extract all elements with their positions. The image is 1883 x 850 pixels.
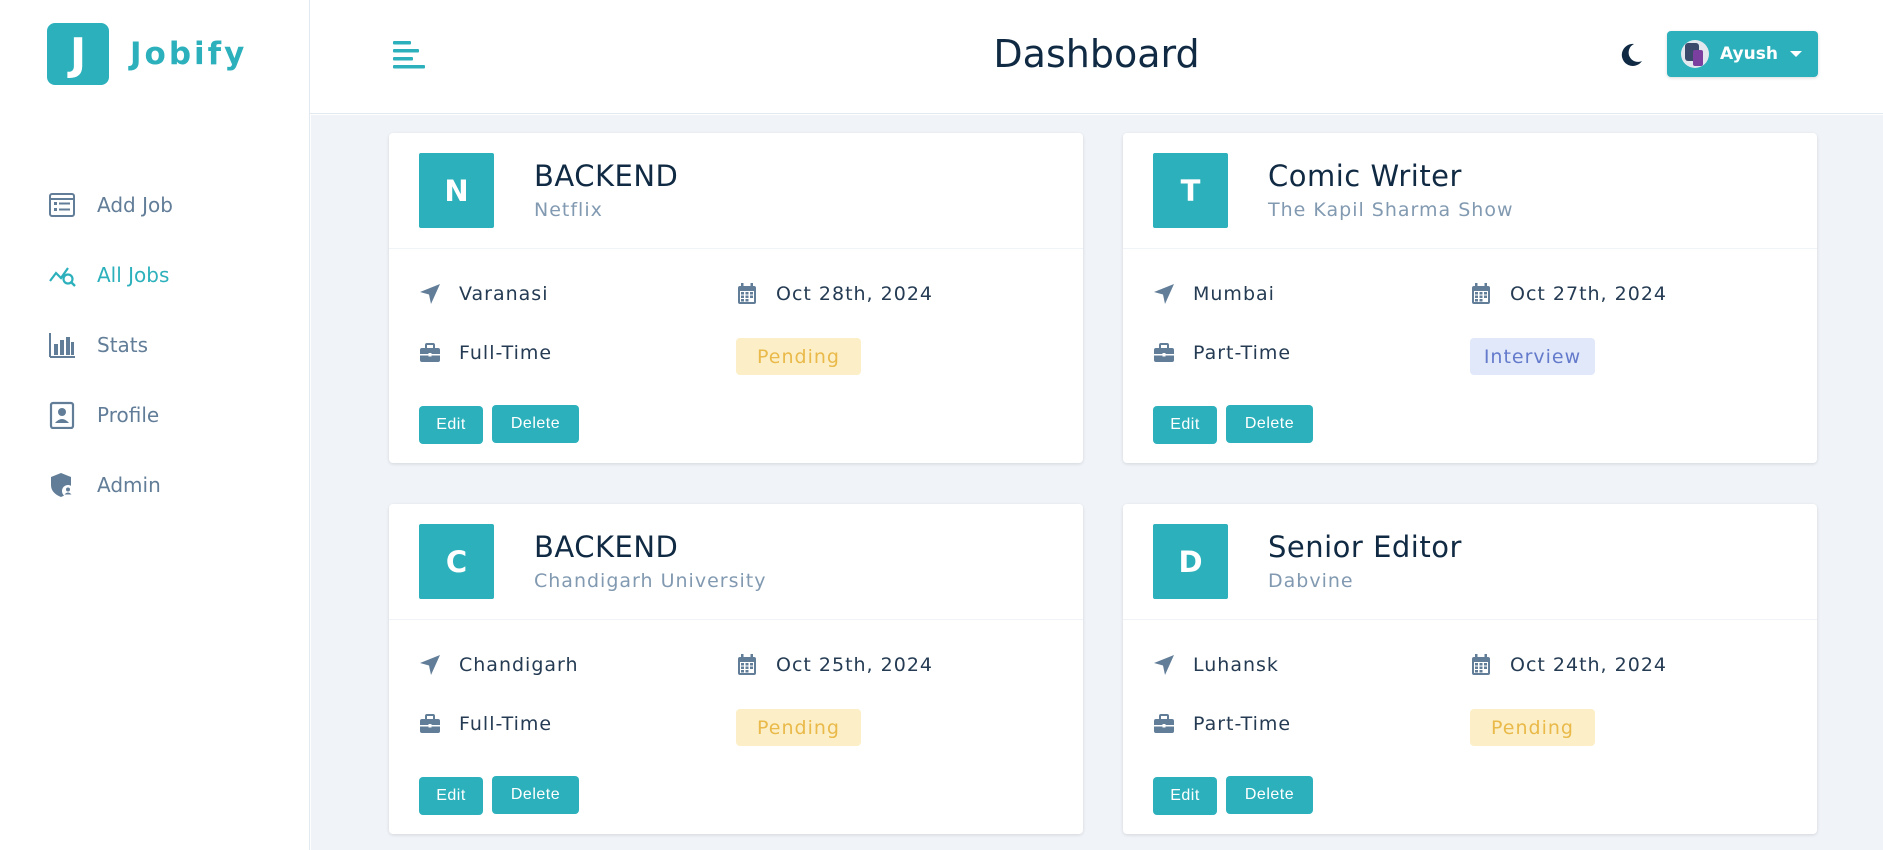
job-type-text: Part-Time bbox=[1193, 713, 1292, 735]
location-arrow-icon bbox=[1153, 654, 1175, 676]
job-location-text: Mumbai bbox=[1193, 283, 1275, 305]
moon-icon bbox=[1621, 43, 1642, 66]
job-card-header: T Comic Writer The Kapil Sharma Show bbox=[1123, 133, 1817, 249]
sidebar-item-label: All Jobs bbox=[97, 263, 170, 287]
job-date: Oct 25th, 2024 bbox=[736, 654, 933, 676]
edit-button[interactable]: Edit bbox=[419, 406, 483, 444]
briefcase-icon bbox=[419, 713, 441, 735]
job-type: Part-Time bbox=[1153, 342, 1291, 364]
job-location-text: Chandigarh bbox=[459, 654, 579, 676]
job-type: Full-Time bbox=[419, 713, 552, 735]
calendar-icon bbox=[736, 283, 758, 305]
job-card: C BACKEND Chandigarh University Chandiga… bbox=[389, 504, 1083, 834]
user-name: Ayush bbox=[1720, 44, 1778, 64]
edit-button[interactable]: Edit bbox=[419, 777, 483, 815]
job-position: BACKEND bbox=[534, 159, 679, 193]
job-date: Oct 28th, 2024 bbox=[736, 283, 933, 305]
job-card: N BACKEND Netflix Varanasi Oct 28th, 202… bbox=[389, 133, 1083, 463]
job-company: Dabvine bbox=[1268, 570, 1354, 592]
avatar bbox=[1681, 40, 1709, 68]
top-navbar: Dashboard Ayush bbox=[310, 0, 1883, 114]
briefcase-icon bbox=[1153, 713, 1175, 735]
add-job-icon bbox=[47, 190, 77, 220]
location-arrow-icon bbox=[419, 283, 441, 305]
user-menu-button[interactable]: Ayush bbox=[1667, 31, 1818, 77]
job-type-text: Part-Time bbox=[1193, 342, 1292, 364]
job-type: Part-Time bbox=[1153, 713, 1291, 735]
job-position: Comic Writer bbox=[1268, 159, 1462, 193]
sidebar-item-stats[interactable]: Stats bbox=[47, 310, 173, 380]
status-badge: Interview bbox=[1470, 338, 1595, 375]
company-initial: N bbox=[419, 153, 494, 228]
job-location-text: Varanasi bbox=[459, 283, 549, 305]
job-position: Senior Editor bbox=[1268, 530, 1462, 564]
sidebar: J Jobify Add Job All Jobs Stats Profile … bbox=[0, 0, 310, 850]
company-initial: T bbox=[1153, 153, 1228, 228]
job-date: Oct 27th, 2024 bbox=[1470, 283, 1667, 305]
jobs-container: N BACKEND Netflix Varanasi Oct 28th, 202… bbox=[311, 115, 1883, 850]
job-date: Oct 24th, 2024 bbox=[1470, 654, 1667, 676]
delete-button[interactable]: Delete bbox=[1226, 776, 1313, 814]
caret-down-icon bbox=[1789, 51, 1802, 57]
stats-icon bbox=[47, 330, 77, 360]
delete-button[interactable]: Delete bbox=[492, 776, 579, 814]
calendar-icon bbox=[736, 654, 758, 676]
job-type-text: Full-Time bbox=[459, 713, 553, 735]
job-location: Luhansk bbox=[1153, 654, 1279, 676]
logo-text: Jobify bbox=[130, 36, 248, 72]
sidebar-nav: Add Job All Jobs Stats Profile Admin bbox=[47, 170, 173, 520]
page-title: Dashboard bbox=[993, 32, 1200, 76]
sidebar-item-label: Add Job bbox=[97, 193, 173, 217]
job-location: Varanasi bbox=[419, 283, 548, 305]
delete-button[interactable]: Delete bbox=[1226, 405, 1313, 443]
company-initial: D bbox=[1153, 524, 1228, 599]
edit-button[interactable]: Edit bbox=[1153, 406, 1217, 444]
status-badge: Pending bbox=[736, 338, 861, 375]
calendar-icon bbox=[1470, 654, 1492, 676]
all-jobs-icon bbox=[47, 260, 77, 290]
sidebar-item-add-job[interactable]: Add Job bbox=[47, 170, 173, 240]
job-date-text: Oct 24th, 2024 bbox=[1510, 654, 1667, 676]
sidebar-item-label: Stats bbox=[97, 333, 149, 357]
job-position: BACKEND bbox=[534, 530, 679, 564]
sidebar-item-label: Profile bbox=[97, 403, 160, 427]
logo[interactable]: J Jobify bbox=[47, 23, 247, 85]
company-initial: C bbox=[419, 524, 494, 599]
profile-icon bbox=[47, 400, 77, 430]
location-arrow-icon bbox=[419, 654, 441, 676]
sidebar-item-profile[interactable]: Profile bbox=[47, 380, 173, 450]
status-badge: Pending bbox=[1470, 709, 1595, 746]
job-company: The Kapil Sharma Show bbox=[1268, 199, 1514, 221]
job-card-header: N BACKEND Netflix bbox=[389, 133, 1083, 249]
job-location-text: Luhansk bbox=[1193, 654, 1279, 676]
logo-mark: J bbox=[47, 23, 109, 85]
job-company: Netflix bbox=[534, 199, 603, 221]
calendar-icon bbox=[1470, 283, 1492, 305]
job-card-header: D Senior Editor Dabvine bbox=[1123, 504, 1817, 620]
job-card: D Senior Editor Dabvine Luhansk Oct 24th… bbox=[1123, 504, 1817, 834]
sidebar-item-label: Admin bbox=[97, 473, 161, 497]
job-company: Chandigarh University bbox=[534, 570, 767, 592]
status-badge: Pending bbox=[736, 709, 861, 746]
job-card-header: C BACKEND Chandigarh University bbox=[389, 504, 1083, 620]
job-type: Full-Time bbox=[419, 342, 552, 364]
job-location: Chandigarh bbox=[419, 654, 579, 676]
job-date-text: Oct 27th, 2024 bbox=[1510, 283, 1667, 305]
job-location: Mumbai bbox=[1153, 283, 1275, 305]
briefcase-icon bbox=[419, 342, 441, 364]
admin-icon bbox=[47, 470, 77, 500]
location-arrow-icon bbox=[1153, 283, 1175, 305]
sidebar-item-all-jobs[interactable]: All Jobs bbox=[47, 240, 173, 310]
edit-button[interactable]: Edit bbox=[1153, 777, 1217, 815]
delete-button[interactable]: Delete bbox=[492, 405, 579, 443]
sidebar-item-admin[interactable]: Admin bbox=[47, 450, 173, 520]
theme-toggle-button[interactable] bbox=[1617, 41, 1645, 69]
job-date-text: Oct 28th, 2024 bbox=[776, 283, 933, 305]
briefcase-icon bbox=[1153, 342, 1175, 364]
job-type-text: Full-Time bbox=[459, 342, 553, 364]
job-date-text: Oct 25th, 2024 bbox=[776, 654, 933, 676]
job-card: T Comic Writer The Kapil Sharma Show Mum… bbox=[1123, 133, 1817, 463]
